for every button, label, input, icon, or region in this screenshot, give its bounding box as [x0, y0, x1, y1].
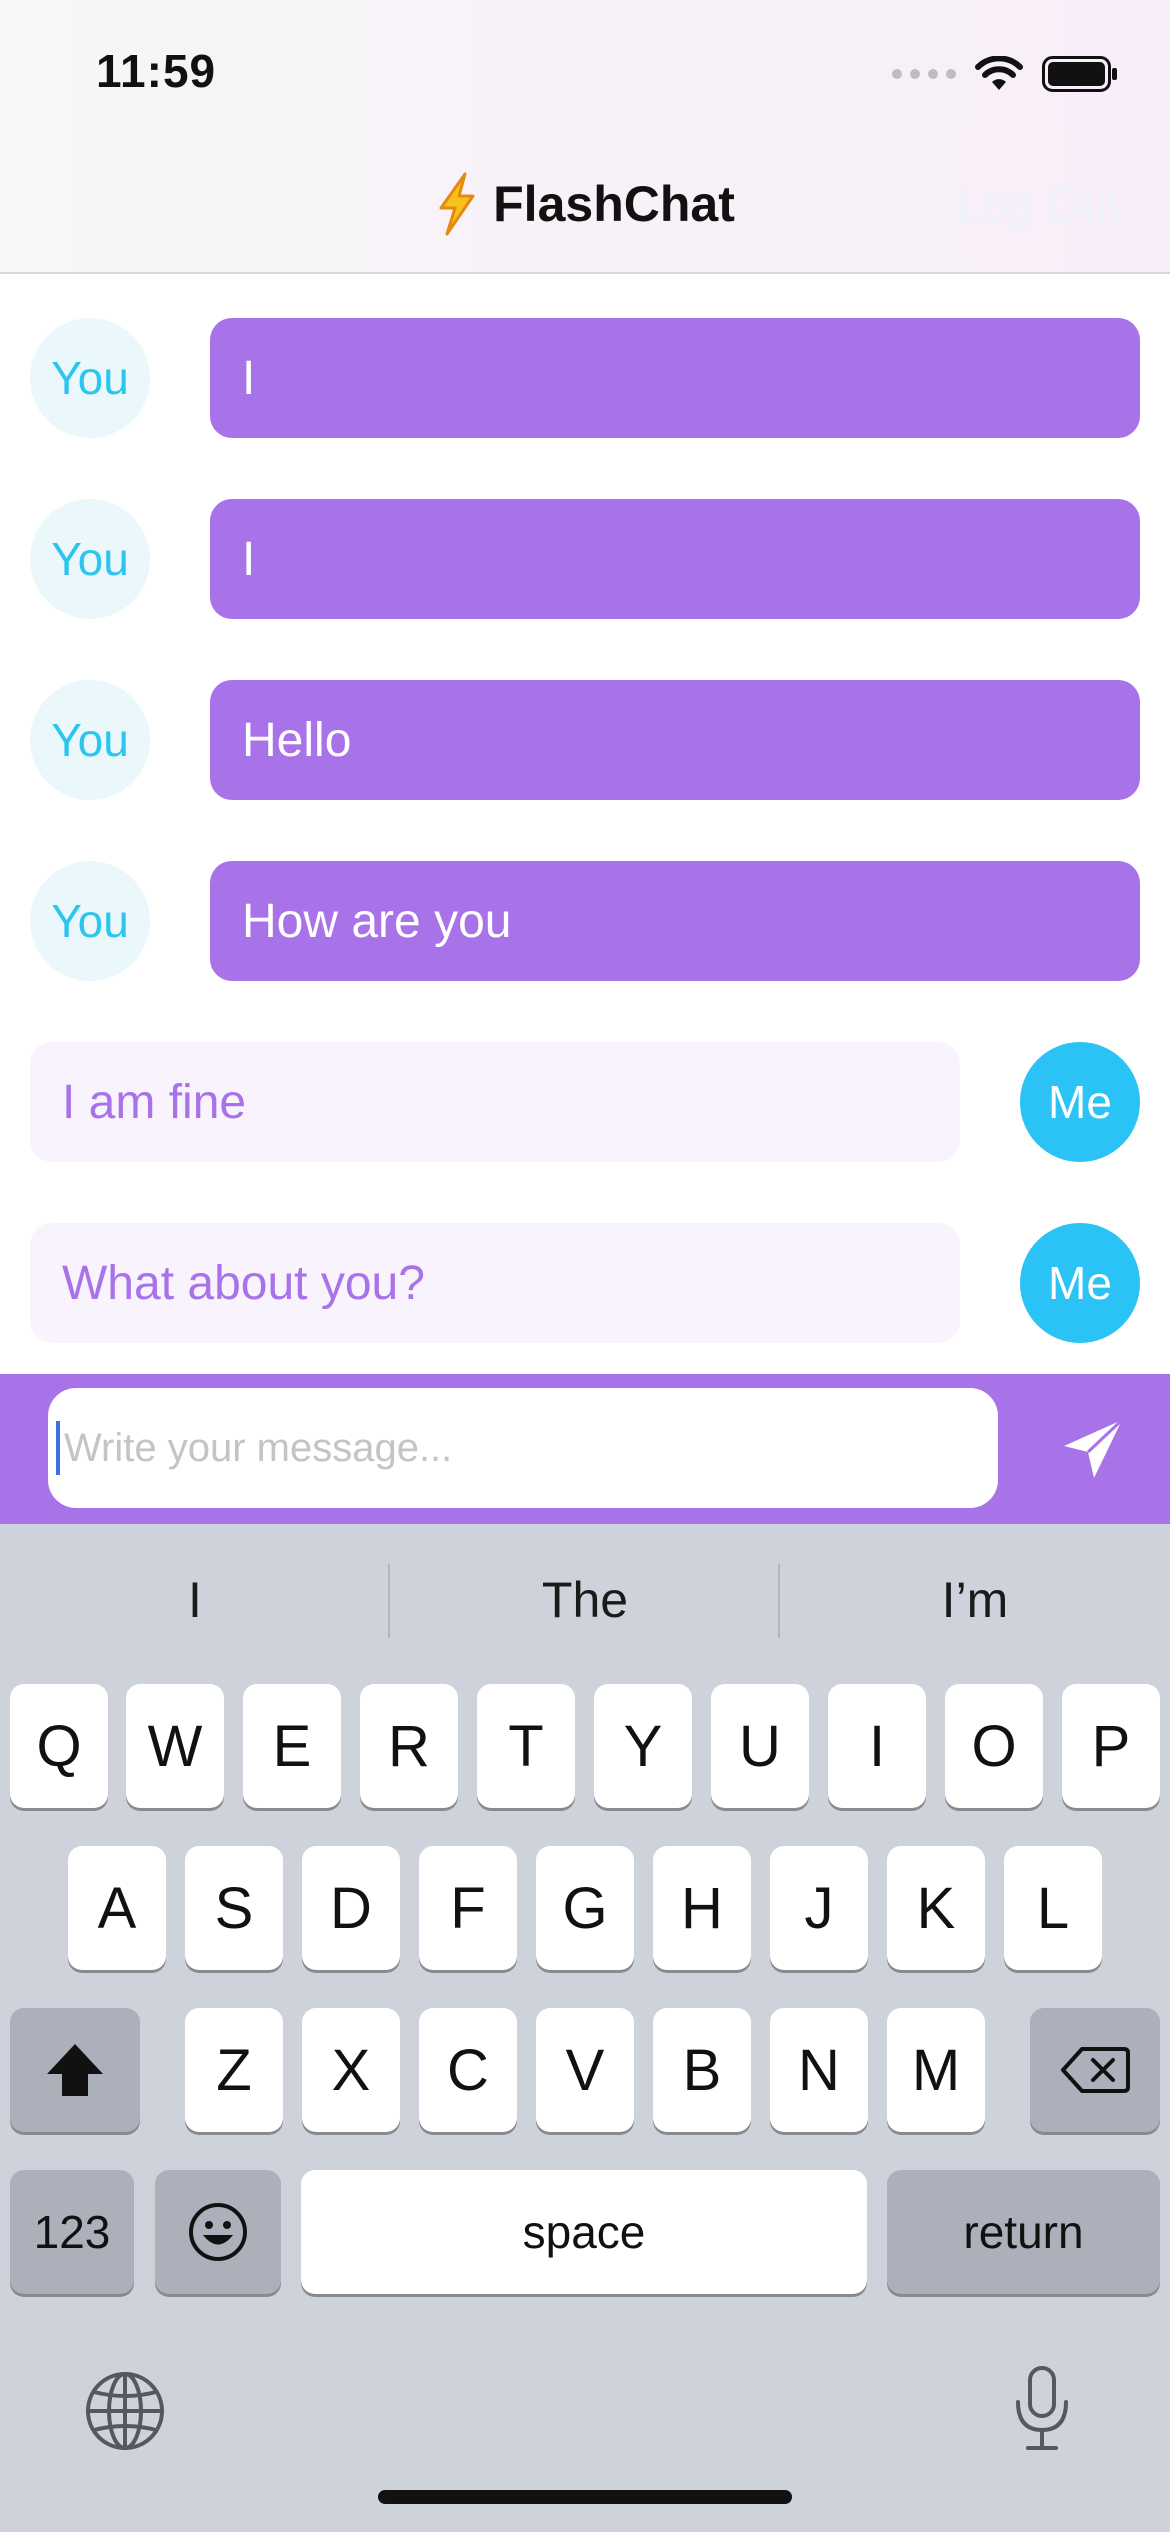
- key-r[interactable]: R: [360, 1684, 458, 1808]
- battery-icon: [1042, 56, 1117, 92]
- microphone-icon[interactable]: [1010, 2364, 1074, 2454]
- backspace-icon: [1061, 2047, 1130, 2093]
- avatar: You: [30, 318, 150, 438]
- key-t[interactable]: T: [477, 1684, 575, 1808]
- status-icons: [892, 52, 1118, 96]
- key-n[interactable]: N: [770, 2008, 868, 2132]
- status-time: 11:59: [96, 45, 217, 97]
- message-bubble: What about you?: [30, 1223, 960, 1343]
- logout-button[interactable]: Log Out: [956, 178, 1120, 232]
- shift-key[interactable]: [10, 2008, 140, 2132]
- top-bar: 11:59 FlashChat Log Out: [0, 0, 1170, 274]
- emoji-key[interactable]: [155, 2170, 281, 2294]
- key-a[interactable]: A: [68, 1846, 166, 1970]
- key-w[interactable]: W: [126, 1684, 224, 1808]
- key-e[interactable]: E: [243, 1684, 341, 1808]
- message-bubble: How are you: [210, 861, 1140, 981]
- key-g[interactable]: G: [536, 1846, 634, 1970]
- message-bubble: I: [210, 499, 1140, 619]
- space-key[interactable]: space: [301, 2170, 867, 2294]
- emoji-icon: [189, 2203, 247, 2261]
- key-l[interactable]: L: [1004, 1846, 1102, 1970]
- avatar: Me: [1020, 1042, 1140, 1162]
- message-row: You I: [0, 318, 1170, 438]
- message-row: You How are you: [0, 861, 1170, 981]
- composer-bar: Write your message...: [0, 1374, 1170, 1524]
- wifi-icon: [975, 56, 1023, 90]
- key-o[interactable]: O: [945, 1684, 1043, 1808]
- avatar: You: [30, 861, 150, 981]
- keyboard: I The I’m Q W E R T Y U I O P A S D F G …: [0, 1524, 1170, 2532]
- message-row: You I: [0, 499, 1170, 619]
- suggestion-1[interactable]: I: [0, 1550, 390, 1650]
- paper-plane-icon: [1064, 1418, 1124, 1478]
- return-key[interactable]: return: [887, 2170, 1160, 2294]
- key-h[interactable]: H: [653, 1846, 751, 1970]
- avatar: Me: [1020, 1223, 1140, 1343]
- key-m[interactable]: M: [887, 2008, 985, 2132]
- avatar: You: [30, 680, 150, 800]
- shift-arrow-icon: [47, 2044, 103, 2096]
- key-z[interactable]: Z: [185, 2008, 283, 2132]
- message-bubble: I am fine: [30, 1042, 960, 1162]
- key-v[interactable]: V: [536, 2008, 634, 2132]
- key-q[interactable]: Q: [10, 1684, 108, 1808]
- key-b[interactable]: B: [653, 2008, 751, 2132]
- key-k[interactable]: K: [887, 1846, 985, 1970]
- message-input[interactable]: Write your message...: [48, 1388, 998, 1508]
- lightning-icon: [439, 172, 475, 236]
- page-title: FlashChat: [493, 176, 735, 232]
- key-x[interactable]: X: [302, 2008, 400, 2132]
- message-row: What about you? Me: [0, 1223, 1170, 1343]
- key-i[interactable]: I: [828, 1684, 926, 1808]
- suggestion-3[interactable]: I’m: [780, 1550, 1170, 1650]
- key-p[interactable]: P: [1062, 1684, 1160, 1808]
- key-c[interactable]: C: [419, 2008, 517, 2132]
- message-list[interactable]: You I You I You Hello You How are you I …: [0, 276, 1170, 1374]
- suggestion-2[interactable]: The: [390, 1550, 780, 1650]
- send-button[interactable]: [1060, 1416, 1126, 1482]
- key-j[interactable]: J: [770, 1846, 868, 1970]
- message-bubble: I: [210, 318, 1140, 438]
- home-indicator[interactable]: [378, 2490, 792, 2504]
- message-row: I am fine Me: [0, 1042, 1170, 1162]
- numbers-key[interactable]: 123: [10, 2170, 134, 2294]
- globe-icon[interactable]: [84, 2370, 166, 2452]
- key-s[interactable]: S: [185, 1846, 283, 1970]
- cellular-signal-icon: [892, 69, 956, 79]
- key-f[interactable]: F: [419, 1846, 517, 1970]
- avatar: You: [30, 499, 150, 619]
- message-input-placeholder: Write your message...: [64, 1425, 453, 1470]
- key-d[interactable]: D: [302, 1846, 400, 1970]
- key-u[interactable]: U: [711, 1684, 809, 1808]
- text-caret: [56, 1421, 60, 1475]
- message-bubble: Hello: [210, 680, 1140, 800]
- key-y[interactable]: Y: [594, 1684, 692, 1808]
- message-row: You Hello: [0, 680, 1170, 800]
- delete-key[interactable]: [1030, 2008, 1160, 2132]
